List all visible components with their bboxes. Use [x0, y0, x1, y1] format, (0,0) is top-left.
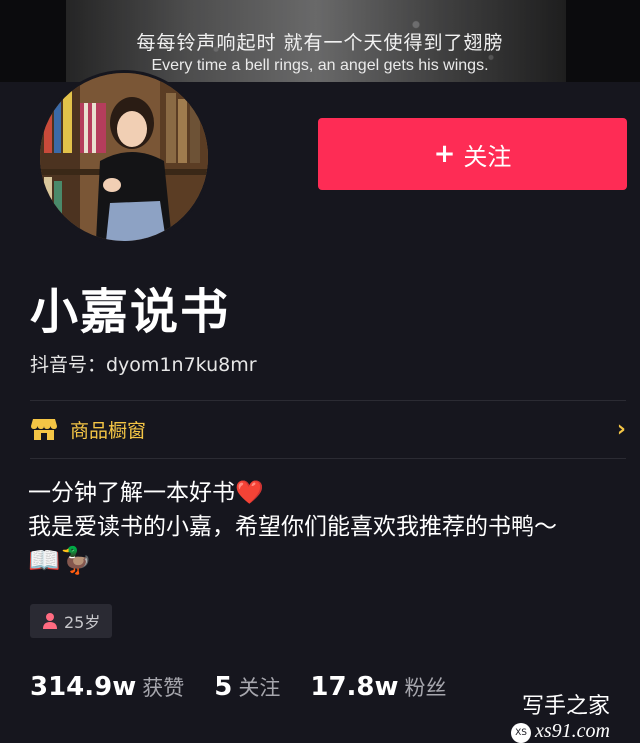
heart-emoji: ❤️ [235, 480, 264, 506]
bio-line-1-text: 一分钟了解一本好书 [28, 480, 235, 506]
stat-following-label: 关注 [238, 676, 281, 700]
shop-window-row[interactable]: 商品橱窗 › [30, 402, 626, 456]
stat-followers[interactable]: 17.8w 粉丝 [310, 672, 446, 702]
follow-button[interactable]: + 关注 [318, 118, 627, 190]
bio-emoji-row: 📖🦆 [28, 546, 93, 576]
chevron-right-icon: › [616, 416, 626, 442]
age-tag: 25岁 [30, 604, 113, 638]
profile-name: 小嘉说书 [30, 284, 231, 340]
follow-label: 关注 [463, 142, 512, 171]
douyin-id: 抖音号：dyom1n7ku8mr [30, 354, 257, 376]
bio: 一分钟了解一本好书❤️ 我是爱读书的小嘉，希望你们能喜欢我推荐的书鸭～ 📖🦆 [28, 476, 628, 578]
watermark-title: 写手之家 [521, 694, 610, 719]
stat-following[interactable]: 5 关注 [214, 672, 280, 702]
stats-row: 314.9w 获赞 5 关注 17.8w 粉丝 [30, 672, 477, 702]
stat-likes: 314.9w 获赞 [30, 672, 184, 702]
stat-likes-label: 获赞 [142, 676, 185, 700]
stat-followers-label: 粉丝 [404, 676, 447, 700]
bio-line-1: 一分钟了解一本好书❤️ [28, 476, 628, 510]
stat-likes-value: 314.9w [30, 672, 137, 702]
banner-caption-zh: 每每铃声响起时 就有一个天使得到了翅膀 [136, 32, 504, 54]
watermark: 写手之家 XS xs91.com [511, 688, 610, 743]
stat-following-value: 5 [214, 672, 233, 702]
age-label: 25岁 [64, 613, 101, 632]
shop-window-label: 商品橱窗 [70, 419, 147, 442]
stat-followers-value: 17.8w [310, 672, 399, 702]
bio-line-2: 我是爱读书的小嘉，希望你们能喜欢我推荐的书鸭～ [28, 514, 557, 540]
plus-icon: + [433, 139, 456, 169]
shop-icon [31, 419, 57, 440]
watermark-logo: XS [511, 722, 532, 743]
banner-caption-en: Every time a bell rings, an angel gets h… [151, 57, 489, 74]
divider [30, 400, 626, 401]
divider [30, 458, 626, 459]
person-icon [43, 613, 57, 629]
profile-banner: 每每铃声响起时 就有一个天使得到了翅膀 Every time a bell ri… [0, 0, 640, 82]
watermark-url: xs91.com [535, 720, 610, 742]
avatar-image [40, 73, 208, 241]
avatar[interactable] [37, 70, 211, 244]
